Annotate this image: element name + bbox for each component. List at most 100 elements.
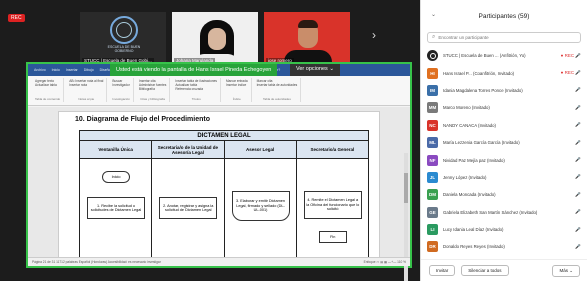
mute-icon[interactable]: 🎤 [575,87,581,93]
avatar: NC [427,119,438,131]
avatar: LI [427,224,438,236]
participant-row[interactable]: HI Hans Israel P... (Coanfitrión, Invita… [421,64,587,81]
ribbon-group[interactable]: Buscar Investigador Investigación [109,78,134,102]
status-left: Página 21 de 31 11712 palabras Español (… [32,260,161,264]
participant-search[interactable]: ⌕ [427,32,581,43]
process-step-2: 2. Anotar, registrar y asigna la solicit… [159,197,218,219]
avatar: HI [427,67,438,79]
mute-all-button[interactable]: Silenciar a todos [461,265,509,276]
document-step-3: 3. Elaborar y emitir Dictamen Legal, fir… [231,191,290,221]
participant-name: Hans Israel P... (Coanfitrión, Invitado) [443,70,515,76]
avatar [427,50,438,62]
ribbon-group-name: Investigación [112,97,130,101]
ribbon-group[interactable]: Agregar texto Actualizar tabla Tabla de c… [32,78,65,102]
video-tile[interactable]: jose romero [264,12,350,64]
mute-icon[interactable]: 🎤 [575,105,581,111]
participant-row[interactable]: NF Nividad Paz Mejía paz (Invitado) 🎤 [421,151,587,168]
mute-icon[interactable]: 🎤 [575,157,581,163]
participant-row[interactable]: NC NANDY CANACA (Invitado) 🎤 [421,117,587,134]
participant-name: Jenny López (Invitado) [443,174,487,180]
logo-inner-icon [116,22,132,38]
word-ribbon: Agregar texto Actualizar tabla Tabla de c… [28,76,410,106]
share-banner-text: Usted está viendo la pantalla de Hans Is… [116,67,272,73]
invite-button[interactable]: Invitar [429,265,456,276]
avatar: ML [427,137,438,149]
mute-icon[interactable]: 🎤 [575,192,581,198]
ribbon-group-items: Marcar entrada Insertar índice [226,79,248,87]
mute-icon[interactable]: 🎤 [575,174,581,180]
flowchart-title: DICTAMEN LEGAL [80,131,368,141]
ribbon-group-items: Agregar texto Actualizar tabla [35,79,57,87]
ribbon-group-items: AB¹ Insertar nota al final Insertar nota [69,79,104,87]
avatar: GE [427,206,438,218]
ribbon-group-name: Tabla de autoridades [263,97,291,101]
participant-list: STUCC | Escuela de Buen ... (Anfitrión, … [421,47,587,256]
avatar: MM [427,102,438,114]
participant-row[interactable]: JL Jenny López (Invitado) 🎤 [421,169,587,186]
tab-dibujo[interactable]: Dibujo [84,68,94,72]
ribbon-group[interactable]: Marcar cita Insertar tabla de autoridade… [254,78,302,102]
ribbon-group-items: Insertar tabla de ilustraciones Actualiz… [175,79,218,91]
mute-icon[interactable]: 🎤 [575,227,581,233]
participant-row[interactable]: MM Marco Moreno (Invitado) 🎤 [421,99,587,116]
avatar: DR [427,241,438,253]
participant-row[interactable]: GE Gabriela Elizabeth San Martín Sánchez… [421,204,587,221]
process-step-4: 4. Remite el Dictamen Legal a la Oficina… [303,191,362,219]
tab-diseno[interactable]: Diseño [100,68,111,72]
video-thumbnails: ESCUELA DE BUEN GOBIERNO STUCC | Escuela… [80,12,350,64]
status-right[interactable]: Enfoque ▭ ▤ ▦ —+— 110 % [364,260,406,264]
participant-row[interactable]: STUCC | Escuela de Buen ... (Anfitrión, … [421,47,587,64]
ribbon-group-name: Títulos [191,97,201,101]
view-options-button[interactable]: Ver opciones ⌄ [290,64,340,76]
participant-name: NANDY CANACA (Invitado) [443,122,496,128]
ribbon-group-name: Notas al pie [78,97,95,101]
end-connector: Fin [318,231,347,243]
word-status-bar: Página 21 de 31 11712 palabras Español (… [28,257,410,266]
participant-row[interactable]: DR Donaldo Reyes Reyes (Invitado) 🎤 [421,238,587,255]
participant-row[interactable]: ML María Lezzenia García García (Invitad… [421,134,587,151]
ribbon-group[interactable]: Insertar cita Administrar fuentes Biblio… [136,78,171,102]
video-tile[interactable]: ESCUELA DE BUEN GOBIERNO STUCC | Escuela… [80,12,166,64]
collapse-chevron-icon[interactable]: ⌄ [431,11,436,18]
search-icon: ⌕ [432,34,436,40]
swimlanes: Ventanilla Única Inicio 1. Recibe la sol… [80,141,368,258]
document-canvas[interactable]: 10. Diagrama de Flujo del Procedimiento … [28,107,410,281]
document-page[interactable]: 10. Diagrama de Flujo del Procedimiento … [58,111,380,259]
ribbon-group[interactable]: Insertar tabla de ilustraciones Actualiz… [172,78,222,102]
lane-ventanilla: Ventanilla Única Inicio 1. Recibe la sol… [80,141,153,258]
ribbon-group-items: Insertar cita Administrar fuentes Biblio… [138,79,167,91]
video-tile[interactable]: Johana Marulanda [172,12,258,64]
participant-row[interactable]: DM Daniela Moncada (Invitado) 🎤 [421,186,587,203]
ribbon-group-name: Tabla de contenido [35,97,61,101]
participant-row[interactable]: LI Lucy Idania Leal Díaz (Invitado) 🎤 [421,221,587,238]
mute-icon[interactable]: 🎤 [575,209,581,215]
participant-name: Marco Moreno (Invitado) [443,105,490,111]
scrollbar-thumb[interactable] [404,173,408,203]
next-page-arrow-icon[interactable]: › [372,28,376,42]
participant-name: María Lezzenia García García (Invitado) [443,140,520,146]
avatar: DM [427,189,438,201]
avatar: IM [427,84,438,96]
person-hair [298,20,318,28]
logo-text: ESCUELA DE BUEN GOBIERNO [107,45,141,53]
more-button[interactable]: Más ⌄ [552,264,580,277]
ribbon-group[interactable]: Marcar entrada Insertar índice Índice [223,78,252,102]
participants-panel: ⌄ Participantes (59) ⌕ STUCC | Escuela d… [420,0,587,281]
mute-icon[interactable]: 🎤 [575,140,581,146]
participant-row[interactable]: IM Idania Magdalena Torres Ponce (Invita… [421,82,587,99]
lane-header: Secretario/a General [296,141,368,159]
avatar: NF [427,154,438,166]
section-heading: 10. Diagrama de Flujo del Procedimiento [75,116,210,123]
lane-header: Ventanilla Única [80,141,152,159]
participant-status: ● REC 🎤 [560,52,581,58]
tab-insertar[interactable]: Insertar [66,68,78,72]
participant-name: Nividad Paz Mejía paz (Invitado) [443,157,505,163]
search-input[interactable] [438,35,576,40]
mute-icon[interactable]: 🎤 [575,122,581,128]
lane-header: Secretaria/o de la Unidad de Asesoría Le… [152,141,224,159]
mute-icon[interactable]: 🎤 [575,244,581,250]
ribbon-group-name: Índice [232,97,241,101]
tab-inicio[interactable]: Inicio [52,68,60,72]
tab-archivo[interactable]: Archivo [34,68,46,72]
ribbon-group[interactable]: AB¹ Insertar nota al final Insertar nota… [66,78,108,102]
